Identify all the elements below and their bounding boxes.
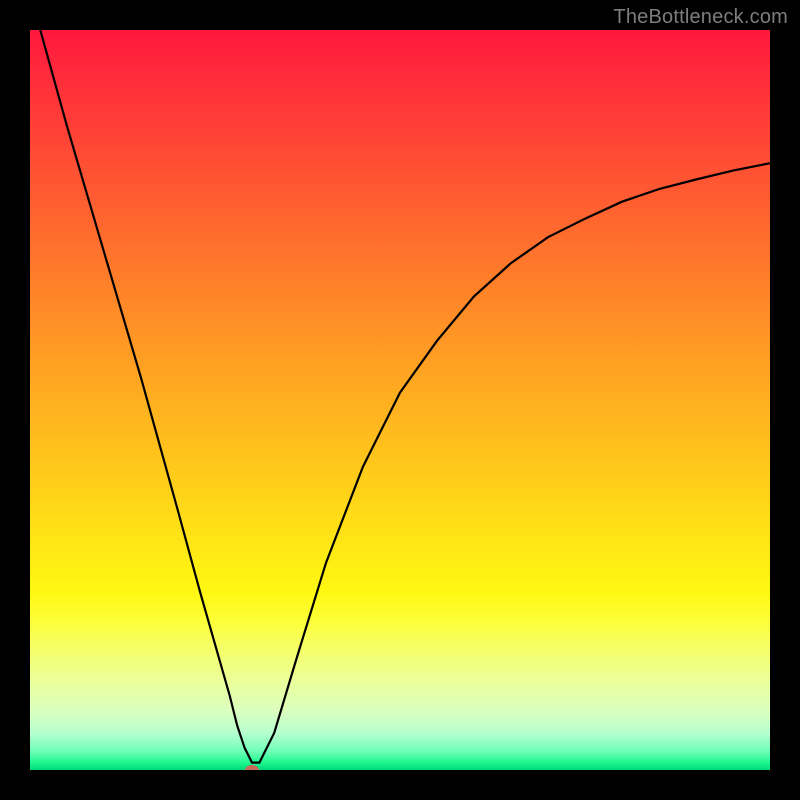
optimum-marker <box>245 765 259 770</box>
bottleneck-curve <box>30 30 770 763</box>
curve-layer <box>30 30 770 770</box>
plot-area <box>30 30 770 770</box>
watermark-text: TheBottleneck.com <box>613 6 788 29</box>
chart-frame: TheBottleneck.com <box>0 0 800 800</box>
